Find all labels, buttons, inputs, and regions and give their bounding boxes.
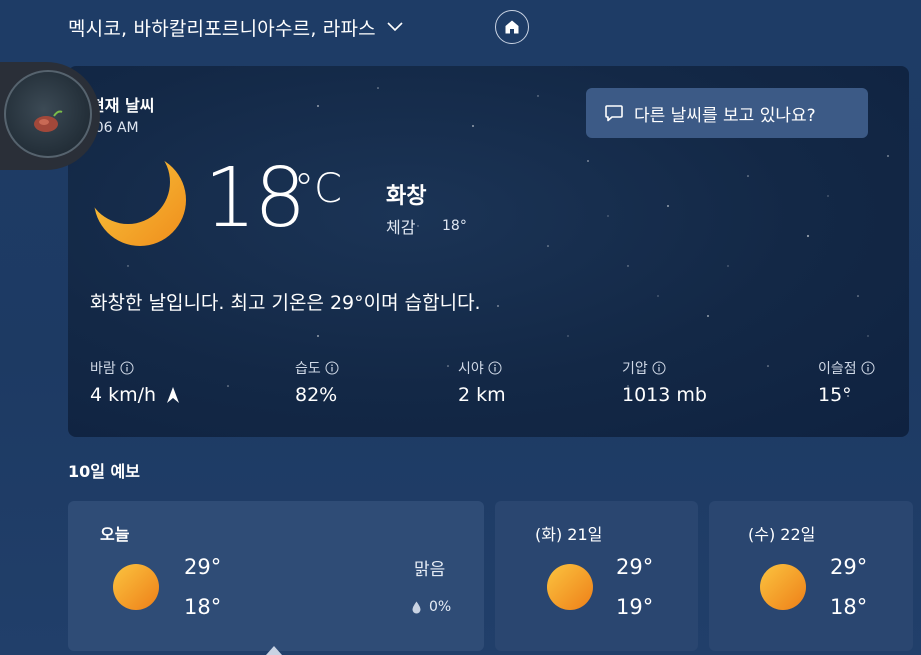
metric-value: 15°	[818, 384, 852, 406]
metric-label: 기압	[622, 361, 648, 377]
wind-direction-icon	[167, 387, 180, 403]
home-button[interactable]	[495, 10, 529, 44]
forecast-title: 10일 예보	[68, 462, 140, 481]
metric-humidity: 습도 82%	[295, 358, 339, 406]
info-icon[interactable]	[325, 361, 339, 375]
avatar[interactable]	[4, 70, 92, 158]
feels-like-value: 18°	[442, 218, 467, 234]
high-temp: 29°	[184, 555, 222, 579]
feels-like-label: 체감	[386, 218, 416, 237]
moon-icon	[94, 154, 186, 246]
metric-label: 이슬점	[818, 361, 857, 377]
sun-icon	[113, 564, 159, 610]
metric-dewpoint: 이슬점 15°	[818, 358, 875, 406]
day-name: 오늘	[100, 525, 130, 544]
forecast-day-today[interactable]: 오늘 29° 18° 맑음 0%	[68, 501, 484, 651]
forecast-day-tue[interactable]: (화) 21일 29° 19°	[495, 501, 698, 651]
high-temp: 29°	[830, 555, 868, 579]
day-name: (화) 21일	[535, 525, 603, 544]
low-temp: 19°	[616, 595, 654, 619]
sun-icon	[760, 564, 806, 610]
weather-summary: 화창한 날입니다. 최고 기온은 29°이며 습합니다.	[90, 292, 481, 314]
metric-label: 바람	[90, 361, 116, 377]
day-condition: 맑음	[414, 560, 446, 580]
metric-label: 시야	[458, 361, 484, 377]
current-condition: 화창	[386, 184, 427, 209]
low-temp: 18°	[184, 595, 222, 619]
assistant-avatar-panel[interactable]	[0, 62, 100, 170]
feedback-button[interactable]: 다른 날씨를 보고 있나요?	[586, 88, 868, 138]
metric-label: 습도	[295, 361, 321, 377]
metric-pressure: 기압 1013 mb	[622, 358, 707, 406]
high-temp: 29°	[616, 555, 654, 579]
metric-value: 82%	[295, 384, 338, 406]
metric-value: 2 km	[458, 384, 506, 406]
sun-icon	[547, 564, 593, 610]
current-temperature: 18	[204, 151, 306, 246]
info-icon[interactable]	[120, 361, 134, 375]
info-icon[interactable]	[861, 361, 875, 375]
precipitation: 0%	[412, 599, 451, 615]
info-icon[interactable]	[488, 361, 502, 375]
metric-value: 1013 mb	[622, 384, 707, 406]
low-temp: 18°	[830, 595, 868, 619]
location-header: 멕시코, 바하칼리포르니아수르, 라파스	[68, 10, 529, 44]
avatar-icon	[34, 110, 63, 132]
raindrop-icon	[412, 601, 421, 613]
temperature-unit[interactable]: °C	[294, 166, 342, 212]
location-selector[interactable]: 멕시코, 바하칼리포르니아수르, 라파스	[68, 14, 404, 41]
metric-value: 4 km/h	[90, 384, 157, 406]
metric-visibility: 시야 2 km	[458, 358, 506, 406]
current-weather-card: 현재 날씨 :06 AM 다른 날씨를 보고 있나요? 18 °C 화창 체감 …	[68, 66, 909, 437]
info-icon[interactable]	[652, 361, 666, 375]
precip-value: 0%	[429, 599, 452, 615]
metric-wind: 바람 4 km/h	[90, 358, 180, 406]
home-icon	[505, 20, 519, 34]
forecast-day-wed[interactable]: (수) 22일 29° 18°	[709, 501, 913, 651]
chat-icon	[605, 105, 623, 122]
selected-day-indicator	[266, 646, 282, 655]
chevron-down-icon	[387, 22, 403, 32]
feedback-label: 다른 날씨를 보고 있나요?	[634, 105, 816, 126]
day-name: (수) 22일	[748, 525, 816, 544]
location-name: 멕시코, 바하칼리포르니아수르, 라파스	[68, 17, 376, 40]
